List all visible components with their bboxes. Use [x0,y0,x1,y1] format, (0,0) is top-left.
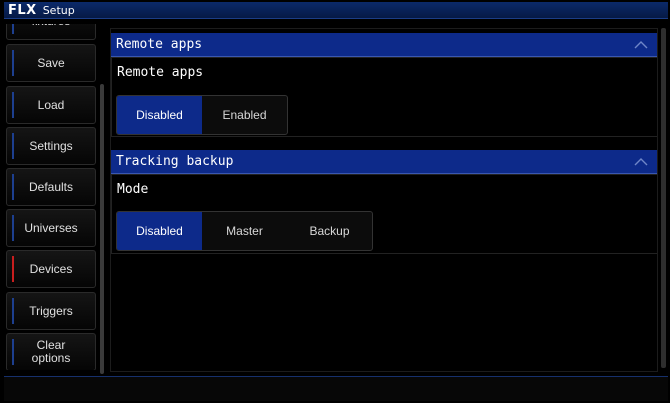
sidebar-item-marker [12,133,14,159]
sidebar-item-label: Defaults [28,179,74,194]
chevron-up-icon[interactable] [633,39,649,51]
sidebar-item-settings[interactable]: Settings [6,127,96,165]
sidebar: fixtures Save Load Settings Defaults Uni… [6,24,98,370]
option-backup[interactable]: Backup [287,212,372,250]
sidebar-item-label: Clear options [31,338,71,365]
app-logo: FLX [8,2,37,18]
sidebar-scrollbar[interactable] [100,84,104,374]
sidebar-item-marker [12,298,14,324]
sidebar-item-devices[interactable]: Devices [6,250,96,288]
window-title: Setup [42,3,75,17]
sidebar-item-label: Universes [24,220,78,235]
remote-apps-toggle: Disabled Enabled [116,95,288,135]
sidebar-item-marker [12,174,14,200]
setting-label: Mode [117,182,149,197]
content-scrollbar[interactable] [661,28,666,368]
sidebar-item-label: Triggers [29,303,73,318]
title-bar: FLX Setup [4,2,668,19]
sidebar-item-label: fixtures [32,24,71,28]
sidebar-item-marker [12,24,14,34]
tracking-mode-selector: Disabled Master Backup [116,211,373,251]
panel-body-remote-apps: Remote apps Disabled Enabled [111,57,657,137]
panel-body-tracking-backup: Mode Disabled Master Backup [111,174,657,254]
sidebar-item-active-marker [12,256,14,282]
sidebar-item-defaults[interactable]: Defaults [6,168,96,206]
bottom-bar [4,376,668,401]
sidebar-item-label: Load [37,97,65,112]
sidebar-item-save[interactable]: Save [6,44,96,82]
panel-title: Remote apps [116,37,203,52]
sidebar-item-label: Settings [29,138,73,153]
sidebar-item-marker [12,215,14,241]
sidebar-item-clear-options[interactable]: Clear options [6,333,96,370]
option-enabled[interactable]: Enabled [202,96,287,134]
option-master[interactable]: Master [202,212,287,250]
panel-header-remote-apps[interactable]: Remote apps [111,33,657,57]
sidebar-item-universes[interactable]: Universes [6,209,96,247]
sidebar-item-marker [12,339,14,365]
settings-content: Remote apps Remote apps Disabled Enabled… [110,28,658,372]
option-disabled[interactable]: Disabled [117,96,202,134]
sidebar-item-label: Devices [29,261,73,276]
setting-label: Remote apps [117,65,204,80]
sidebar-item-load[interactable]: Load [6,86,96,124]
sidebar-item-fixtures[interactable]: fixtures [6,24,96,40]
panel-title: Tracking backup [116,154,234,169]
sidebar-item-marker [12,50,14,76]
sidebar-item-triggers[interactable]: Triggers [6,292,96,330]
chevron-up-icon[interactable] [633,156,649,168]
option-disabled[interactable]: Disabled [117,212,202,250]
sidebar-item-marker [12,92,14,118]
sidebar-item-label: Save [37,55,65,70]
panel-header-tracking-backup[interactable]: Tracking backup [111,150,657,174]
